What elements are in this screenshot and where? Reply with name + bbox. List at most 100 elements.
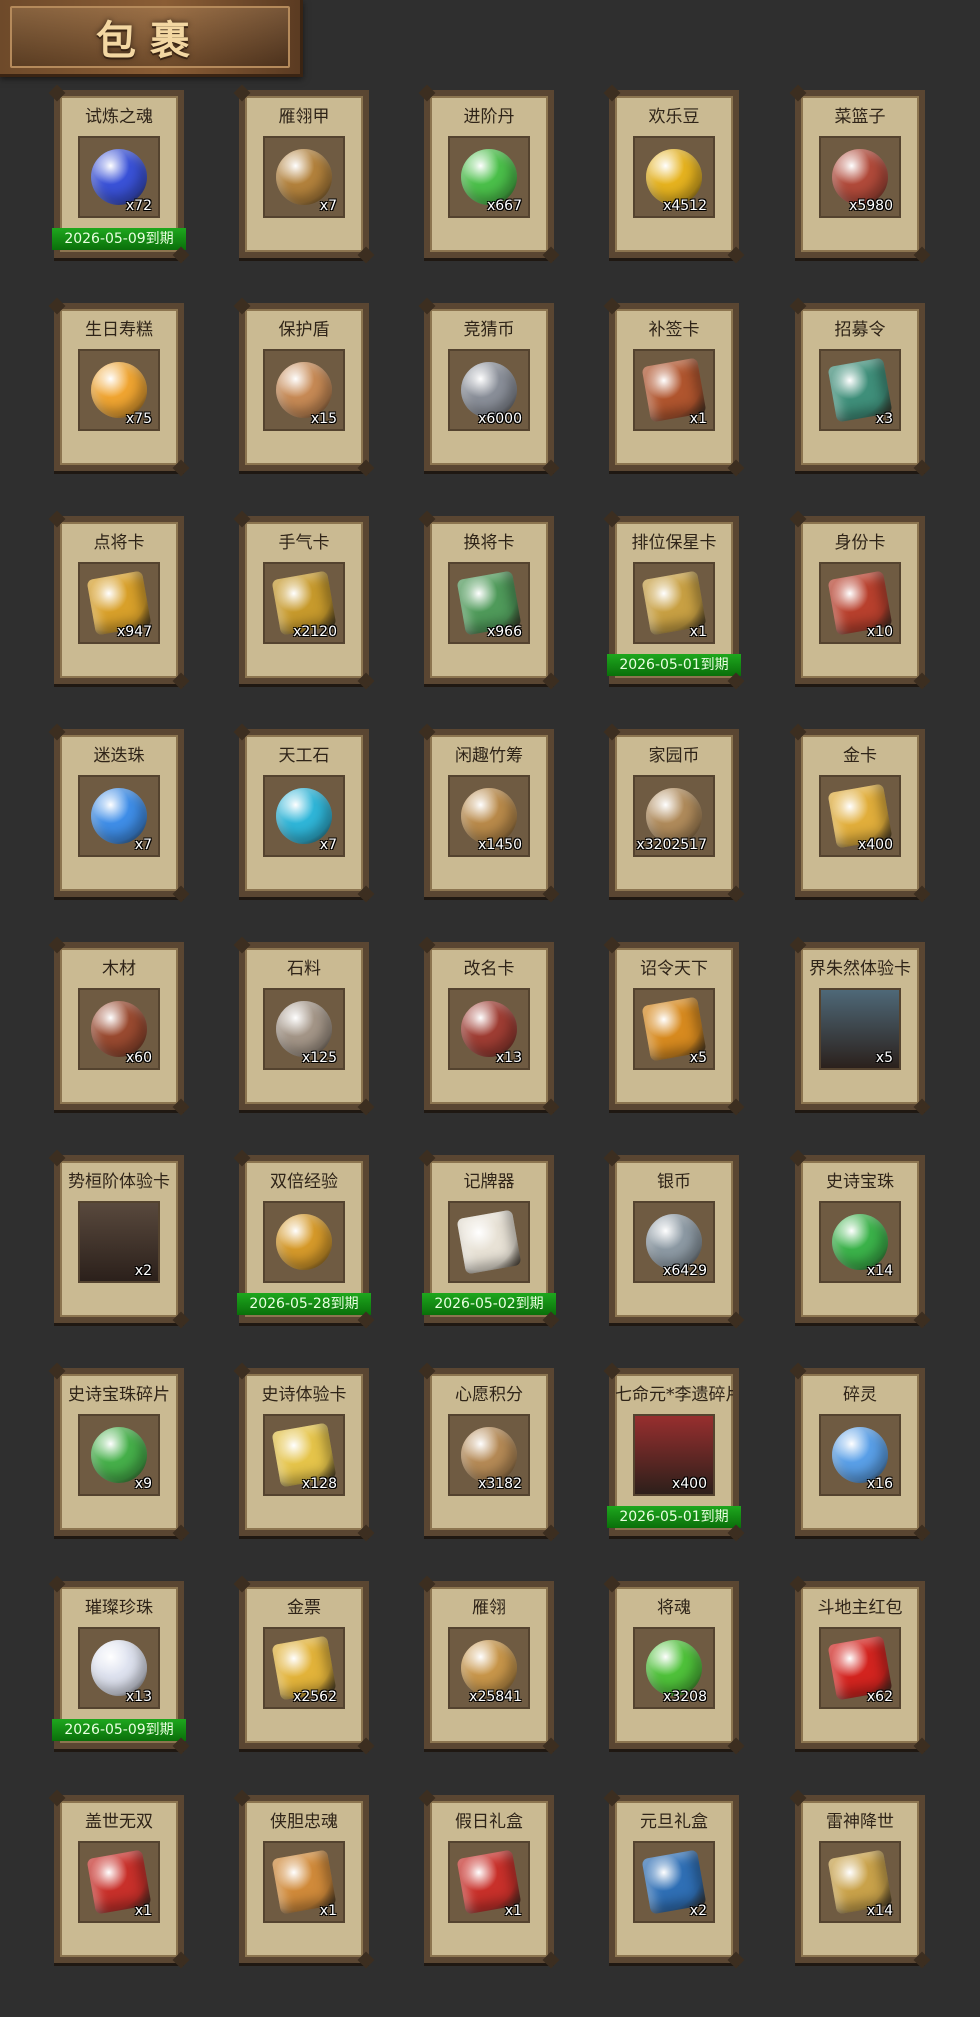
item-icon-frame: x62 xyxy=(819,1627,901,1709)
expiry-date-banner: 2026-05-02到期 xyxy=(422,1293,556,1315)
item-icon-frame: x400 xyxy=(819,775,901,857)
inventory-item-card[interactable]: 试炼之魂 x72 2026-05-09到期 xyxy=(52,90,186,258)
item-name: 银币 xyxy=(657,1172,691,1192)
item-icon-frame: x60 xyxy=(78,988,160,1070)
item-count: x3202517 xyxy=(636,837,707,853)
inventory-item-card[interactable]: 史诗宝珠 x14 xyxy=(795,1155,925,1323)
item-count: x7 xyxy=(319,837,337,853)
item-icon-frame: x966 xyxy=(448,562,530,644)
item-count: x5 xyxy=(689,1050,707,1066)
item-count: x667 xyxy=(486,198,522,214)
item-count: x947 xyxy=(116,624,152,640)
inventory-item-card[interactable]: 生日寿糕 x75 xyxy=(54,303,184,471)
item-count: x15 xyxy=(310,411,337,427)
item-name: 试炼之魂 xyxy=(85,107,153,127)
item-icon-frame: x1 xyxy=(633,562,715,644)
armor-icon xyxy=(276,149,332,205)
stone-icon xyxy=(276,1001,332,1057)
inventory-item-card[interactable]: 元旦礼盒 x2 xyxy=(609,1795,739,1963)
inventory-item-card[interactable]: 欢乐豆 x4512 xyxy=(609,90,739,258)
item-count: x966 xyxy=(486,624,522,640)
item-icon-frame: x1 xyxy=(263,1841,345,1923)
item-count: x5980 xyxy=(849,198,893,214)
inventory-item-card[interactable]: 石料 x125 xyxy=(239,942,369,1110)
inventory-item-card[interactable]: 将魂 x3208 xyxy=(609,1581,739,1749)
inventory-item-card[interactable]: 璀璨珍珠 x13 2026-05-09到期 xyxy=(52,1581,186,1749)
item-count: x7 xyxy=(319,198,337,214)
inventory-item-card[interactable]: 势桓阶体验卡 x2 xyxy=(54,1155,184,1323)
inventory-item-card[interactable]: 补签卡 x1 xyxy=(609,303,739,471)
inventory-item-card[interactable]: 碎灵 x16 xyxy=(795,1368,925,1536)
inventory-item-card[interactable]: 天工石 x7 xyxy=(239,729,369,897)
item-name: 生日寿糕 xyxy=(85,320,153,340)
item-name: 木材 xyxy=(102,959,136,979)
inventory-item-card[interactable]: 双倍经验 2026-05-28到期 xyxy=(237,1155,371,1323)
inventory-item-card[interactable]: 盖世无双 x1 xyxy=(54,1795,184,1963)
inventory-item-card[interactable]: 手气卡 x2120 xyxy=(239,516,369,684)
inventory-item-card[interactable]: 点将卡 x947 xyxy=(54,516,184,684)
item-name: 补签卡 xyxy=(648,320,700,340)
item-name: 史诗宝珠碎片 xyxy=(68,1385,170,1405)
item-icon-frame: x5980 xyxy=(819,136,901,218)
item-icon-frame xyxy=(448,1201,530,1283)
inventory-item-card[interactable]: 斗地主红包 x62 xyxy=(795,1581,925,1749)
inventory-item-card[interactable]: 排位保星卡 x1 2026-05-01到期 xyxy=(607,516,741,684)
ruyi-icon xyxy=(276,1214,332,1270)
inventory-item-card[interactable]: 金票 x2562 xyxy=(239,1581,369,1749)
inventory-item-card[interactable]: 雷神降世 x14 xyxy=(795,1795,925,1963)
item-count: x4512 xyxy=(663,198,707,214)
item-name: 换将卡 xyxy=(463,533,515,553)
inventory-item-card[interactable]: 身份卡 x10 xyxy=(795,516,925,684)
item-count: x6000 xyxy=(478,411,522,427)
inventory-item-card[interactable]: 侠胆忠魂 x1 xyxy=(239,1795,369,1963)
item-name: 将魂 xyxy=(657,1598,691,1618)
item-icon-frame: x2 xyxy=(78,1201,160,1283)
item-count: x2 xyxy=(689,1903,707,1919)
inventory-item-card[interactable]: 假日礼盒 x1 xyxy=(424,1795,554,1963)
inventory-item-card[interactable]: 记牌器 2026-05-02到期 xyxy=(422,1155,556,1323)
inventory-item-card[interactable]: 史诗体验卡 x128 xyxy=(239,1368,369,1536)
inventory-item-card[interactable]: 菜篮子 x5980 xyxy=(795,90,925,258)
inventory-item-card[interactable]: 进阶丹 x667 xyxy=(424,90,554,258)
basket-icon xyxy=(832,149,888,205)
item-icon-frame: x400 xyxy=(633,1414,715,1496)
item-name: 竞猜币 xyxy=(463,320,515,340)
expiry-date-banner: 2026-05-09到期 xyxy=(52,228,186,250)
item-name: 石料 xyxy=(287,959,321,979)
item-icon-frame xyxy=(263,1201,345,1283)
inventory-item-card[interactable]: 七命元*李遗碎片 x400 2026-05-01到期 xyxy=(607,1368,741,1536)
inventory-item-card[interactable]: 银币 x6429 xyxy=(609,1155,739,1323)
item-name: 改名卡 xyxy=(463,959,515,979)
item-count: x9 xyxy=(134,1476,152,1492)
inventory-item-card[interactable]: 改名卡 x13 xyxy=(424,942,554,1110)
inventory-item-card[interactable]: 金卡 x400 xyxy=(795,729,925,897)
inventory-item-card[interactable]: 界朱然体验卡 x5 xyxy=(795,942,925,1110)
inventory-item-card[interactable]: 保护盾 x15 xyxy=(239,303,369,471)
inventory-item-card[interactable]: 闲趣竹筹 x1450 xyxy=(424,729,554,897)
inventory-item-card[interactable]: 雁翎 x25841 xyxy=(424,1581,554,1749)
inventory-item-card[interactable]: 家园币 x3202517 xyxy=(609,729,739,897)
item-icon-frame: x14 xyxy=(819,1841,901,1923)
item-count: x16 xyxy=(866,1476,893,1492)
item-icon-frame: x947 xyxy=(78,562,160,644)
item-name: 雁翎 xyxy=(472,1598,506,1618)
item-icon-frame: x2562 xyxy=(263,1627,345,1709)
inventory-item-card[interactable]: 诏令天下 x5 xyxy=(609,942,739,1110)
item-icon-frame: x3202517 xyxy=(633,775,715,857)
item-icon-frame: x6429 xyxy=(633,1201,715,1283)
green-shard-icon xyxy=(91,1427,147,1483)
item-count: x128 xyxy=(301,1476,337,1492)
item-count: x14 xyxy=(866,1263,893,1279)
inventory-item-card[interactable]: 史诗宝珠碎片 x9 xyxy=(54,1368,184,1536)
inventory-item-card[interactable]: 迷迭珠 x7 xyxy=(54,729,184,897)
item-count: x3182 xyxy=(478,1476,522,1492)
inventory-item-card[interactable]: 木材 x60 xyxy=(54,942,184,1110)
inventory-item-card[interactable]: 雁翎甲 x7 xyxy=(239,90,369,258)
item-name: 侠胆忠魂 xyxy=(270,1812,338,1832)
inventory-item-card[interactable]: 心愿积分 x3182 xyxy=(424,1368,554,1536)
item-name: 菜篮子 xyxy=(834,107,886,127)
inventory-item-card[interactable]: 竞猜币 x6000 xyxy=(424,303,554,471)
inventory-item-card[interactable]: 换将卡 x966 xyxy=(424,516,554,684)
inventory-item-card[interactable]: 招募令 x3 xyxy=(795,303,925,471)
item-name: 界朱然体验卡 xyxy=(809,959,911,979)
